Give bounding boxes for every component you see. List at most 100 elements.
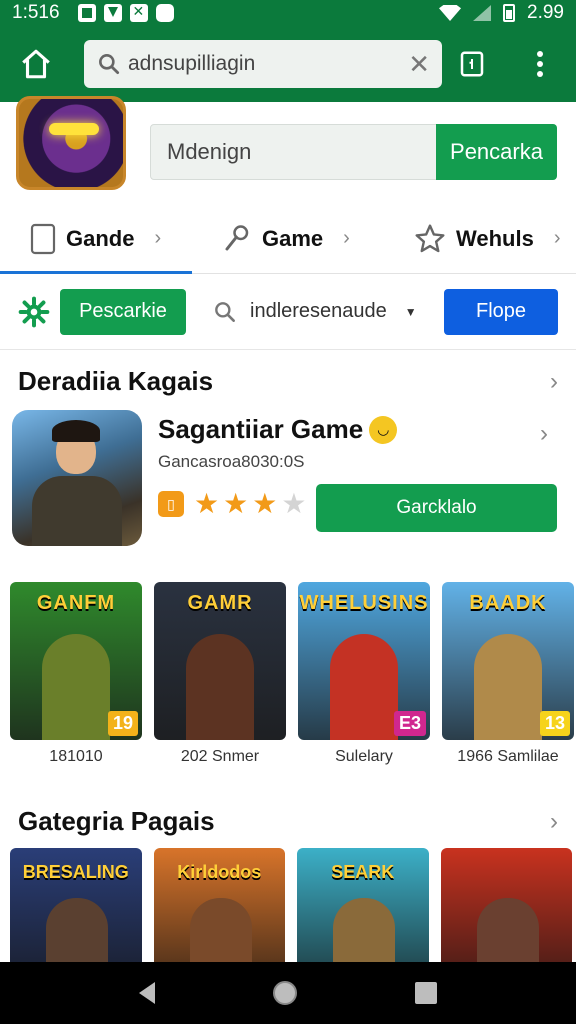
game-logo: BAADK xyxy=(469,592,547,614)
category-logo: BRESALING xyxy=(22,862,129,882)
search-box[interactable]: ✕ xyxy=(84,40,442,88)
game-logo: WHELUSINS xyxy=(299,592,429,614)
game-thumbnail[interactable]: GAMR xyxy=(154,582,286,740)
game-character xyxy=(42,634,110,740)
search-icon xyxy=(215,301,235,322)
notification-x-icon xyxy=(129,3,148,22)
star-filled-icon: ★ xyxy=(223,488,249,519)
star-empty-icon: ★ xyxy=(281,488,307,519)
featured-app-subtitle: Gancasroa8030:0S xyxy=(158,452,305,471)
signal-icon xyxy=(473,5,492,21)
smiley-icon: ◡ xyxy=(369,415,398,444)
chevron-right-icon: › xyxy=(550,807,558,835)
gear-icon[interactable] xyxy=(18,296,50,328)
dropdown-caret-icon: ▼ xyxy=(404,304,417,319)
hero-row: Mdenign Pencarka xyxy=(0,96,576,202)
game-label: 181010 xyxy=(49,748,103,765)
featured-icon-body xyxy=(32,476,122,546)
game-card[interactable]: GAMR 202 Snmer xyxy=(154,582,286,766)
game-character xyxy=(474,634,542,740)
wrench-icon xyxy=(225,224,249,250)
notification-bag-icon xyxy=(155,4,174,22)
game-thumbnail[interactable]: GANFM 19 xyxy=(10,582,142,740)
game-badge: E3 xyxy=(393,711,426,736)
featured-section-header[interactable]: Deradiia Kagais › xyxy=(18,366,558,397)
category-thumbnail[interactable] xyxy=(440,848,572,968)
category-logo: SEARK xyxy=(331,862,395,882)
search-input[interactable] xyxy=(128,52,388,76)
clear-search-button[interactable]: ✕ xyxy=(408,49,430,80)
filter-blue-button[interactable]: Flope xyxy=(444,288,558,335)
game-card[interactable]: WHELUSINS E3 Sulelary xyxy=(298,582,430,766)
featured-app-title: Sagantiiar Game xyxy=(158,414,364,444)
category-logo: Kirldodos xyxy=(177,862,262,882)
install-button[interactable]: Garcklalo xyxy=(316,484,557,532)
tab-label: Wehuls xyxy=(456,225,534,251)
categories-grid: BRESALING Kirldodos SEARK xyxy=(10,848,572,968)
home-icon xyxy=(22,49,50,79)
recents-icon[interactable] xyxy=(415,982,437,1004)
category-thumbnail[interactable]: SEARK xyxy=(297,848,429,968)
filter-green-button[interactable]: Pescarkie xyxy=(60,288,186,335)
system-nav-bar xyxy=(0,962,576,1024)
featured-section-title: Deradiia Kagais xyxy=(18,366,214,396)
game-badge: 13 xyxy=(539,711,570,736)
game-label: 202 Snmer xyxy=(180,748,260,765)
game-logo: GAMR xyxy=(187,592,253,614)
status-bar: 1:516 2.99 xyxy=(0,0,576,26)
game-label: 1966 Samlilae xyxy=(457,748,559,765)
tab-game[interactable]: Game › xyxy=(192,204,384,273)
featured-app-icon[interactable] xyxy=(12,410,142,546)
star-icon xyxy=(415,223,445,252)
notification-square-icon xyxy=(77,4,96,22)
tab-gande[interactable]: Gande › xyxy=(0,204,192,274)
game-card[interactable]: BAADK 13 1966 Samlilae xyxy=(442,582,574,766)
star-filled-icon: ★ xyxy=(194,488,220,519)
overflow-menu-button[interactable] xyxy=(520,44,560,84)
category-character xyxy=(333,898,395,968)
game-logo: GANFM xyxy=(36,592,116,614)
search-icon xyxy=(99,54,120,75)
chevron-right-icon: › xyxy=(553,227,561,249)
chevron-right-icon[interactable]: › xyxy=(540,420,548,448)
hero-app-icon[interactable] xyxy=(16,96,126,190)
game-thumbnail[interactable]: WHELUSINS E3 xyxy=(298,582,430,740)
wifi-icon xyxy=(439,5,462,21)
filter-row: Pescarkie indleresenaude ▼ Flope xyxy=(0,274,576,350)
tab-label: Game xyxy=(262,225,324,251)
home-circle-icon[interactable] xyxy=(273,981,297,1005)
chevron-right-icon: › xyxy=(550,367,558,395)
filter-select[interactable]: indleresenaude ▼ xyxy=(212,299,417,325)
hero-icon-eyes xyxy=(49,123,99,135)
game-character xyxy=(186,634,254,740)
chevron-right-icon: › xyxy=(154,227,162,249)
tabs-button[interactable] xyxy=(452,44,492,84)
category-section-title: Gategria Pagais xyxy=(18,806,215,836)
category-thumbnail[interactable]: Kirldodos xyxy=(153,848,285,968)
tabs-icon xyxy=(460,51,484,77)
tablet-icon xyxy=(30,223,56,254)
status-time: 1:516 xyxy=(12,2,60,23)
filter-select-value: indleresenaude xyxy=(250,300,387,322)
shield-icon: ▯ xyxy=(158,491,184,517)
game-thumbnail[interactable]: BAADK 13 xyxy=(442,582,574,740)
home-button[interactable] xyxy=(16,44,56,84)
game-badge: 19 xyxy=(107,711,138,736)
tab-label: Gande xyxy=(66,225,135,251)
battery-level: 2.99 xyxy=(527,2,564,23)
toolbar: ✕ xyxy=(0,26,576,102)
category-tabs: Gande › Game › Wehuls › xyxy=(0,204,576,274)
category-thumbnail[interactable]: BRESALING xyxy=(10,848,142,968)
category-character xyxy=(476,898,539,968)
featured-app-title-row[interactable]: Sagantiiar Game ◡ xyxy=(158,414,398,445)
tab-wehuls[interactable]: Wehuls › xyxy=(384,204,576,273)
game-card[interactable]: GANFM 19 181010 xyxy=(10,582,142,766)
hero-search-field[interactable]: Mdenign xyxy=(150,124,438,180)
game-label: Sulelary xyxy=(335,748,393,765)
notification-v-icon xyxy=(103,4,122,22)
category-character xyxy=(189,898,252,968)
category-section-header[interactable]: Gategria Pagais › xyxy=(18,806,558,837)
hero-search-button[interactable]: Pencarka xyxy=(436,124,557,180)
category-character xyxy=(46,898,108,968)
back-icon[interactable] xyxy=(139,982,155,1004)
